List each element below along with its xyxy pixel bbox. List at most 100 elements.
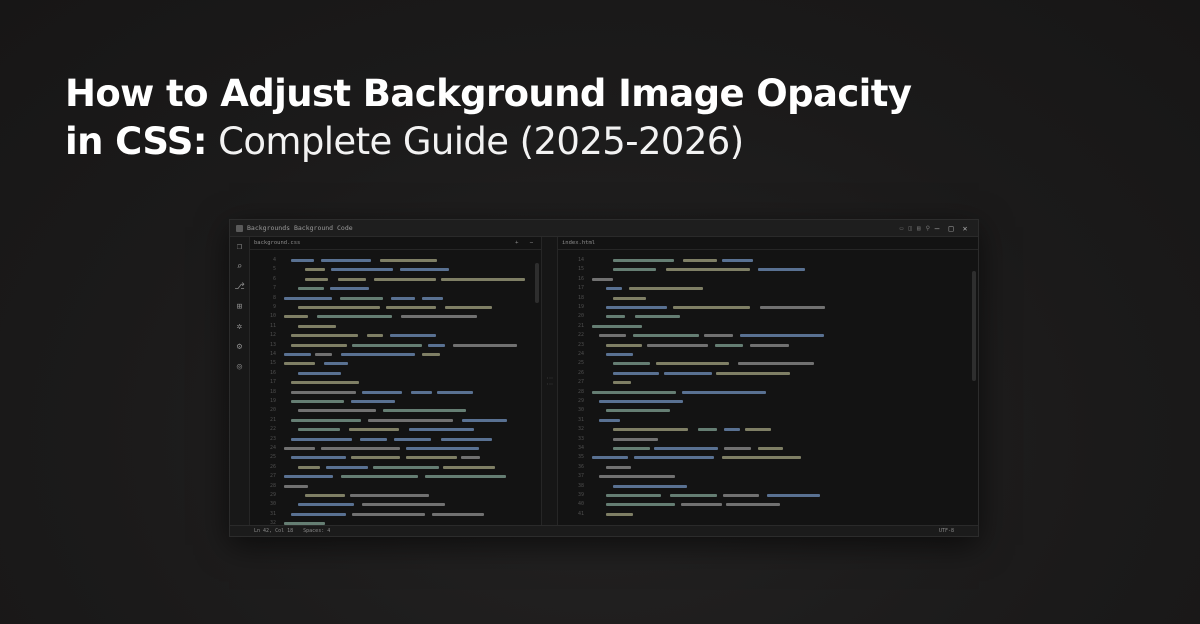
code-token — [298, 465, 321, 469]
code-token — [606, 494, 662, 497]
code-token — [390, 334, 437, 338]
code-token — [437, 390, 474, 394]
maximize-button[interactable]: □ — [944, 224, 958, 233]
line-number: 14 — [269, 351, 276, 357]
line-number: 41 — [577, 510, 584, 517]
line-number: 31 — [577, 416, 584, 423]
line-number: 26 — [577, 369, 584, 376]
code-token — [681, 503, 723, 507]
line-number: 20 — [577, 313, 584, 320]
code-token — [400, 268, 450, 272]
line-number: 40 — [577, 501, 584, 508]
split-icon[interactable]: ◫ — [908, 225, 912, 232]
code-token — [361, 390, 402, 394]
code-token — [351, 343, 423, 347]
code-token — [646, 343, 708, 347]
line-number: 29 — [269, 492, 276, 498]
code-token — [421, 353, 441, 356]
debug-icon[interactable]: ✲ — [237, 321, 242, 334]
code-token — [298, 287, 324, 291]
line-number: 21 — [577, 322, 584, 329]
status-encoding[interactable]: UTF-8 — [939, 528, 954, 534]
code-token — [767, 494, 821, 497]
code-token — [757, 268, 806, 272]
code-token — [298, 371, 342, 375]
title-line-1: How to Adjust Background Image Opacity — [65, 72, 912, 115]
line-number: 30 — [577, 407, 584, 414]
code-token — [380, 259, 437, 262]
left-scrollbar[interactable] — [535, 263, 539, 303]
code-token — [714, 343, 744, 347]
search-icon[interactable]: ⌕ — [237, 261, 242, 274]
code-token — [305, 268, 326, 272]
status-spaces[interactable]: Spaces: 4 — [303, 528, 330, 534]
line-number: 17 — [269, 379, 276, 386]
code-token — [683, 259, 717, 262]
pane-divider[interactable]: ⋮⋮ — [542, 237, 558, 525]
code-token — [681, 390, 767, 394]
code-token — [629, 287, 704, 291]
code-token — [390, 296, 416, 300]
code-token — [723, 447, 752, 450]
code-token — [352, 512, 425, 516]
tab-index-html[interactable]: index.html — [562, 240, 595, 246]
code-token — [722, 259, 754, 262]
code-token — [461, 418, 508, 422]
code-token — [613, 296, 646, 300]
line-number: 14 — [577, 257, 584, 263]
code-token — [599, 334, 626, 338]
code-token — [305, 277, 329, 281]
left-code-area[interactable]: 4 5 6 7 8 9 10 11 12 13 14 15 16 17 18 19 20 21 22 23 24 25 26… — [250, 254, 531, 525]
line-number: 5 — [272, 266, 276, 273]
code-token — [613, 381, 632, 385]
code-token — [421, 296, 444, 300]
code-token — [284, 296, 332, 300]
code-token — [291, 437, 353, 441]
code-token — [613, 447, 650, 450]
code-token — [298, 503, 354, 507]
status-position[interactable]: Ln 42, Col 18 — [254, 528, 293, 534]
line-number: 11 — [269, 322, 276, 329]
line-number: 24 — [269, 445, 276, 451]
line-number: 30 — [269, 501, 276, 508]
code-token — [599, 400, 684, 403]
line-number: 28 — [269, 482, 276, 489]
right-editor-pane[interactable]: index.html 14 15 16 17 18 19 20 21 22 23 24 25 26 27 2… — [558, 237, 978, 525]
tab-background-css[interactable]: background.css — [254, 240, 300, 246]
code-token — [362, 503, 445, 507]
extensions-icon[interactable]: ⊞ — [237, 301, 242, 314]
code-token — [373, 277, 436, 281]
minimize-button[interactable]: – — [930, 224, 944, 233]
account-icon[interactable]: ◎ — [237, 361, 242, 374]
code-token — [284, 353, 311, 356]
tab-actions-icon[interactable]: + ⋯ — [515, 240, 537, 246]
line-number: 24 — [577, 351, 584, 357]
code-token — [634, 315, 680, 319]
code-token — [325, 465, 368, 469]
files-icon[interactable]: ❐ — [237, 241, 242, 254]
code-token — [726, 503, 780, 507]
code-token — [606, 503, 675, 507]
code-token — [606, 465, 631, 469]
source-control-icon[interactable]: ⎇ — [234, 281, 244, 294]
code-token — [349, 494, 430, 497]
code-token — [613, 371, 659, 375]
code-token — [634, 456, 715, 460]
line-number: 8 — [272, 294, 276, 301]
code-token — [606, 287, 622, 291]
right-code-area[interactable]: 14 15 16 17 18 19 20 21 22 23 24 25 26 27 28 29 30 31 32 33… — [558, 254, 968, 525]
line-number: 13 — [269, 341, 276, 348]
line-number: 15 — [577, 266, 584, 273]
code-token — [592, 324, 643, 328]
settings-icon[interactable]: ⚙ — [237, 341, 242, 354]
panel-icon[interactable]: ▤ — [917, 225, 921, 232]
status-bar: Ln 42, Col 18 Spaces: 4 UTF-8 — [230, 525, 978, 536]
code-token — [749, 343, 789, 347]
code-token — [599, 475, 676, 479]
code-token — [745, 428, 772, 432]
close-button[interactable]: ✕ — [958, 224, 972, 233]
line-number: 35 — [577, 454, 584, 461]
layout-icon[interactable]: ▭ — [900, 225, 904, 232]
right-scrollbar[interactable] — [972, 271, 976, 381]
left-editor-pane[interactable]: background.css + ⋯ 4 5 6 7 8 9 10 11 12 13 14 15 16 1… — [250, 237, 542, 525]
